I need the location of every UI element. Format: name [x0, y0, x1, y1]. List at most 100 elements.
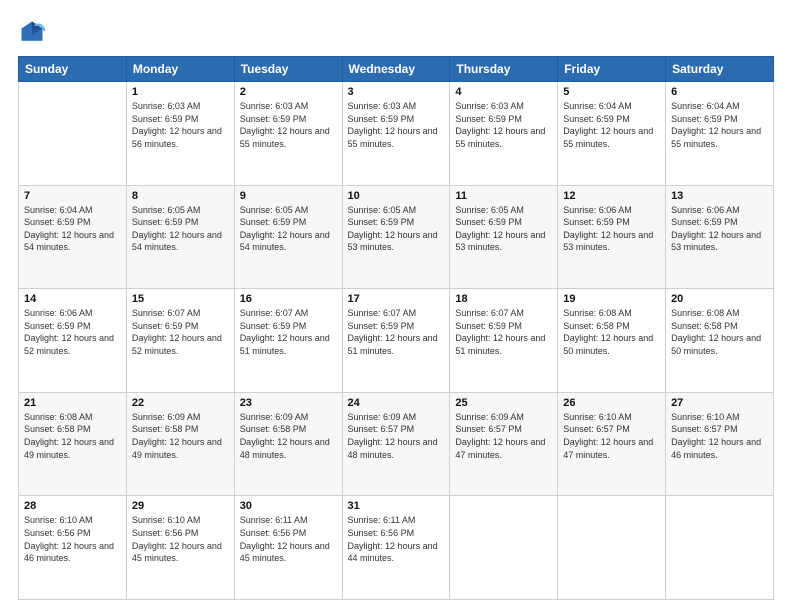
day-info: Sunrise: 6:04 AMSunset: 6:59 PMDaylight:…: [24, 205, 114, 253]
day-number: 20: [671, 293, 768, 305]
calendar-cell: 7 Sunrise: 6:04 AMSunset: 6:59 PMDayligh…: [19, 185, 127, 289]
day-info: Sunrise: 6:07 AMSunset: 6:59 PMDaylight:…: [348, 308, 438, 356]
calendar-cell: 14 Sunrise: 6:06 AMSunset: 6:59 PMDaylig…: [19, 289, 127, 393]
calendar-cell: 17 Sunrise: 6:07 AMSunset: 6:59 PMDaylig…: [342, 289, 450, 393]
day-number: 6: [671, 86, 768, 98]
day-number: 22: [132, 397, 229, 409]
day-number: 13: [671, 190, 768, 202]
calendar-cell: 22 Sunrise: 6:09 AMSunset: 6:58 PMDaylig…: [126, 392, 234, 496]
day-number: 31: [348, 500, 445, 512]
day-info: Sunrise: 6:10 AMSunset: 6:56 PMDaylight:…: [24, 515, 114, 563]
header: [18, 18, 774, 46]
calendar-cell: 29 Sunrise: 6:10 AMSunset: 6:56 PMDaylig…: [126, 496, 234, 600]
day-number: 2: [240, 86, 337, 98]
day-info: Sunrise: 6:09 AMSunset: 6:58 PMDaylight:…: [132, 412, 222, 460]
day-number: 5: [563, 86, 660, 98]
calendar-cell: 3 Sunrise: 6:03 AMSunset: 6:59 PMDayligh…: [342, 82, 450, 186]
day-info: Sunrise: 6:10 AMSunset: 6:57 PMDaylight:…: [563, 412, 653, 460]
day-number: 8: [132, 190, 229, 202]
day-number: 23: [240, 397, 337, 409]
calendar-cell: 1 Sunrise: 6:03 AMSunset: 6:59 PMDayligh…: [126, 82, 234, 186]
weekday-header-wednesday: Wednesday: [342, 57, 450, 82]
day-info: Sunrise: 6:06 AMSunset: 6:59 PMDaylight:…: [24, 308, 114, 356]
day-info: Sunrise: 6:10 AMSunset: 6:56 PMDaylight:…: [132, 515, 222, 563]
calendar-cell: 2 Sunrise: 6:03 AMSunset: 6:59 PMDayligh…: [234, 82, 342, 186]
day-info: Sunrise: 6:09 AMSunset: 6:57 PMDaylight:…: [455, 412, 545, 460]
day-info: Sunrise: 6:05 AMSunset: 6:59 PMDaylight:…: [455, 205, 545, 253]
weekday-header-tuesday: Tuesday: [234, 57, 342, 82]
calendar-cell: [558, 496, 666, 600]
day-number: 12: [563, 190, 660, 202]
day-number: 1: [132, 86, 229, 98]
calendar-cell: 31 Sunrise: 6:11 AMSunset: 6:56 PMDaylig…: [342, 496, 450, 600]
calendar-cell: 24 Sunrise: 6:09 AMSunset: 6:57 PMDaylig…: [342, 392, 450, 496]
weekday-header-monday: Monday: [126, 57, 234, 82]
day-info: Sunrise: 6:09 AMSunset: 6:57 PMDaylight:…: [348, 412, 438, 460]
day-number: 14: [24, 293, 121, 305]
calendar-cell: 6 Sunrise: 6:04 AMSunset: 6:59 PMDayligh…: [666, 82, 774, 186]
day-info: Sunrise: 6:04 AMSunset: 6:59 PMDaylight:…: [563, 101, 653, 149]
day-info: Sunrise: 6:10 AMSunset: 6:57 PMDaylight:…: [671, 412, 761, 460]
day-number: 24: [348, 397, 445, 409]
day-number: 16: [240, 293, 337, 305]
day-number: 18: [455, 293, 552, 305]
day-info: Sunrise: 6:03 AMSunset: 6:59 PMDaylight:…: [455, 101, 545, 149]
calendar-cell: 27 Sunrise: 6:10 AMSunset: 6:57 PMDaylig…: [666, 392, 774, 496]
day-number: 26: [563, 397, 660, 409]
calendar-cell: 26 Sunrise: 6:10 AMSunset: 6:57 PMDaylig…: [558, 392, 666, 496]
day-number: 29: [132, 500, 229, 512]
day-info: Sunrise: 6:03 AMSunset: 6:59 PMDaylight:…: [132, 101, 222, 149]
calendar-week-2: 7 Sunrise: 6:04 AMSunset: 6:59 PMDayligh…: [19, 185, 774, 289]
calendar-table: SundayMondayTuesdayWednesdayThursdayFrid…: [18, 56, 774, 600]
logo: [18, 18, 50, 46]
calendar-cell: 28 Sunrise: 6:10 AMSunset: 6:56 PMDaylig…: [19, 496, 127, 600]
day-number: 19: [563, 293, 660, 305]
day-info: Sunrise: 6:07 AMSunset: 6:59 PMDaylight:…: [132, 308, 222, 356]
day-number: 27: [671, 397, 768, 409]
day-number: 4: [455, 86, 552, 98]
day-info: Sunrise: 6:05 AMSunset: 6:59 PMDaylight:…: [348, 205, 438, 253]
calendar-week-4: 21 Sunrise: 6:08 AMSunset: 6:58 PMDaylig…: [19, 392, 774, 496]
calendar-cell: 18 Sunrise: 6:07 AMSunset: 6:59 PMDaylig…: [450, 289, 558, 393]
calendar-cell: 19 Sunrise: 6:08 AMSunset: 6:58 PMDaylig…: [558, 289, 666, 393]
logo-icon: [18, 18, 46, 46]
calendar-cell: 10 Sunrise: 6:05 AMSunset: 6:59 PMDaylig…: [342, 185, 450, 289]
day-number: 28: [24, 500, 121, 512]
calendar-week-1: 1 Sunrise: 6:03 AMSunset: 6:59 PMDayligh…: [19, 82, 774, 186]
weekday-header-thursday: Thursday: [450, 57, 558, 82]
calendar-cell: 5 Sunrise: 6:04 AMSunset: 6:59 PMDayligh…: [558, 82, 666, 186]
day-info: Sunrise: 6:06 AMSunset: 6:59 PMDaylight:…: [671, 205, 761, 253]
day-number: 7: [24, 190, 121, 202]
calendar-cell: 4 Sunrise: 6:03 AMSunset: 6:59 PMDayligh…: [450, 82, 558, 186]
calendar-cell: 11 Sunrise: 6:05 AMSunset: 6:59 PMDaylig…: [450, 185, 558, 289]
day-info: Sunrise: 6:07 AMSunset: 6:59 PMDaylight:…: [240, 308, 330, 356]
calendar-week-5: 28 Sunrise: 6:10 AMSunset: 6:56 PMDaylig…: [19, 496, 774, 600]
day-number: 11: [455, 190, 552, 202]
day-info: Sunrise: 6:11 AMSunset: 6:56 PMDaylight:…: [348, 515, 438, 563]
day-info: Sunrise: 6:11 AMSunset: 6:56 PMDaylight:…: [240, 515, 330, 563]
calendar-cell: [450, 496, 558, 600]
weekday-header-saturday: Saturday: [666, 57, 774, 82]
calendar-cell: [19, 82, 127, 186]
weekday-header-friday: Friday: [558, 57, 666, 82]
calendar-cell: 23 Sunrise: 6:09 AMSunset: 6:58 PMDaylig…: [234, 392, 342, 496]
day-number: 17: [348, 293, 445, 305]
day-info: Sunrise: 6:05 AMSunset: 6:59 PMDaylight:…: [132, 205, 222, 253]
day-number: 25: [455, 397, 552, 409]
day-info: Sunrise: 6:03 AMSunset: 6:59 PMDaylight:…: [348, 101, 438, 149]
calendar-cell: 16 Sunrise: 6:07 AMSunset: 6:59 PMDaylig…: [234, 289, 342, 393]
day-number: 3: [348, 86, 445, 98]
calendar-cell: [666, 496, 774, 600]
day-info: Sunrise: 6:05 AMSunset: 6:59 PMDaylight:…: [240, 205, 330, 253]
day-info: Sunrise: 6:09 AMSunset: 6:58 PMDaylight:…: [240, 412, 330, 460]
calendar-cell: 30 Sunrise: 6:11 AMSunset: 6:56 PMDaylig…: [234, 496, 342, 600]
day-info: Sunrise: 6:07 AMSunset: 6:59 PMDaylight:…: [455, 308, 545, 356]
weekday-header-sunday: Sunday: [19, 57, 127, 82]
calendar-week-3: 14 Sunrise: 6:06 AMSunset: 6:59 PMDaylig…: [19, 289, 774, 393]
day-number: 10: [348, 190, 445, 202]
calendar-cell: 12 Sunrise: 6:06 AMSunset: 6:59 PMDaylig…: [558, 185, 666, 289]
weekday-header-row: SundayMondayTuesdayWednesdayThursdayFrid…: [19, 57, 774, 82]
calendar-cell: 20 Sunrise: 6:08 AMSunset: 6:58 PMDaylig…: [666, 289, 774, 393]
calendar-cell: 21 Sunrise: 6:08 AMSunset: 6:58 PMDaylig…: [19, 392, 127, 496]
day-number: 21: [24, 397, 121, 409]
